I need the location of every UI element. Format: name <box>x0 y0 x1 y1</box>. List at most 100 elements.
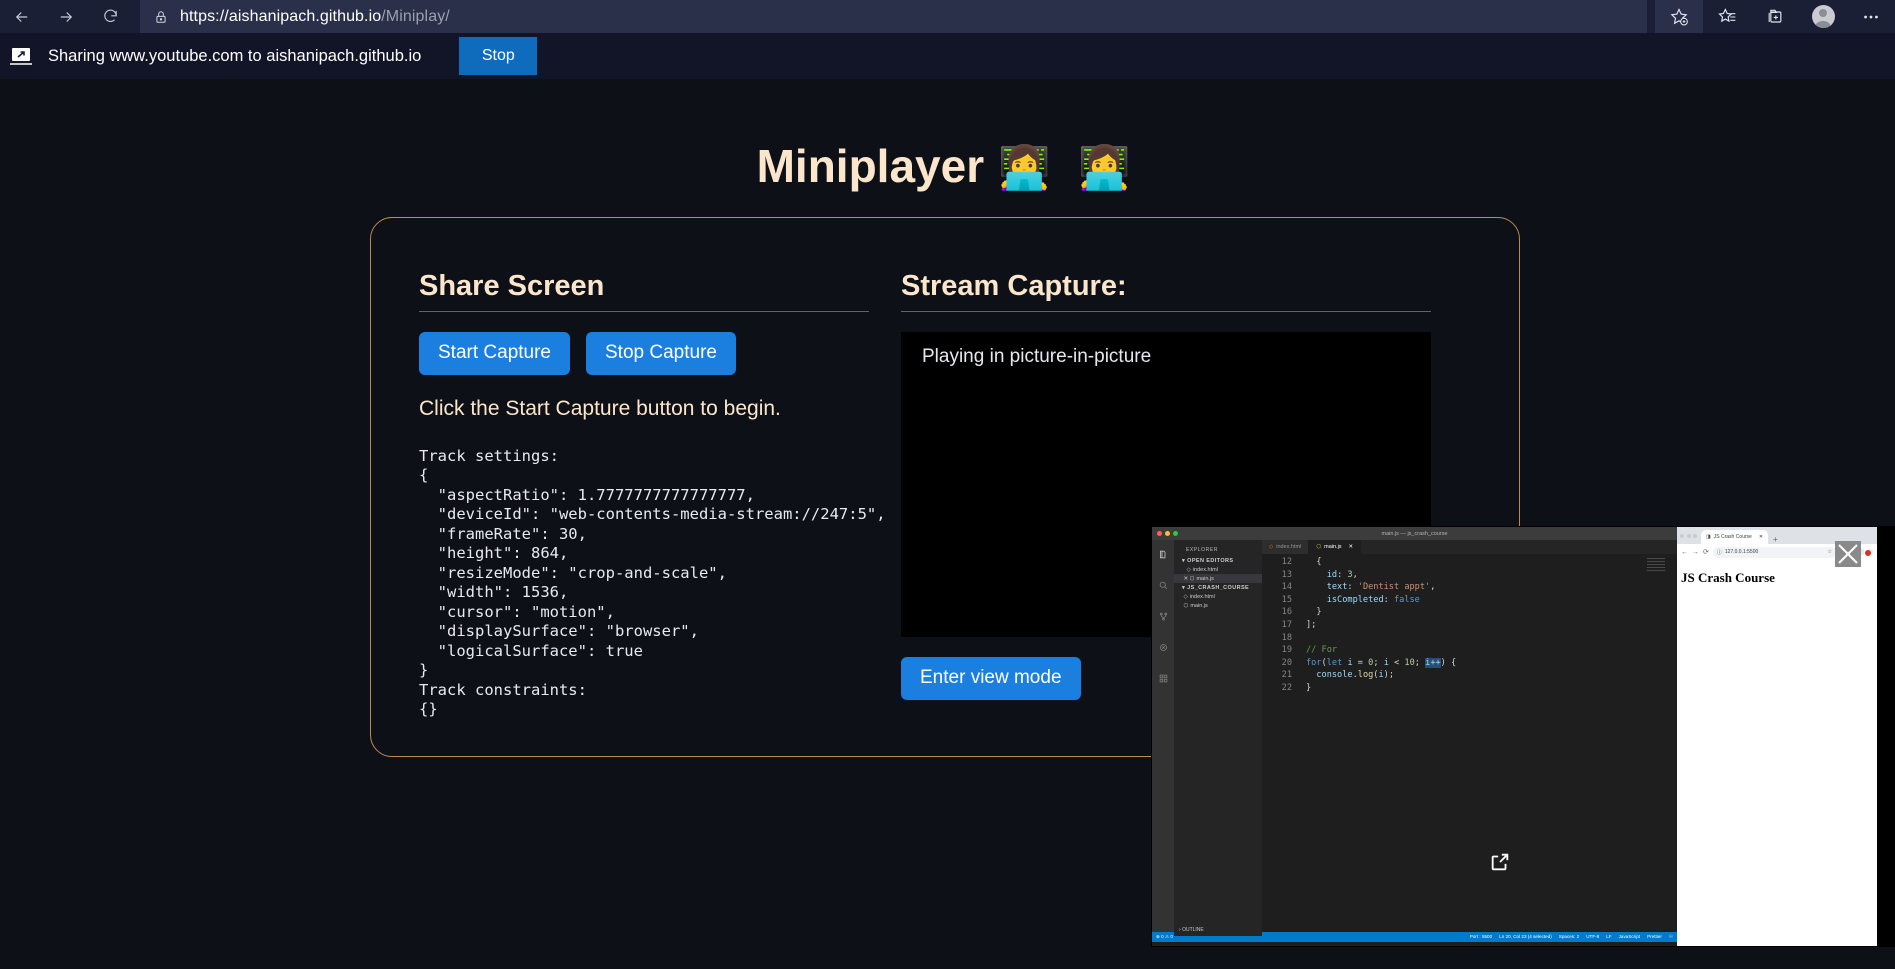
line-number: 12 <box>1281 557 1292 567</box>
chrome-url-text: 127.0.0.1:5500 <box>1724 549 1759 555</box>
chrome-window: ◨ JS Crash Course ✕ + ← → ⟳ ⓘ 127.0.0.1:… <box>1677 527 1877 946</box>
page-title: Miniplayer 👩‍💻 👩‍💻 <box>0 139 1895 193</box>
settings-more-icon[interactable] <box>1847 0 1895 33</box>
chrome-traffic-lights[interactable] <box>1680 527 1697 544</box>
tree-label: index.html <box>1189 593 1215 600</box>
tree-file-main-js[interactable]: ⬡ main.js <box>1174 601 1262 610</box>
line-number: 19 <box>1281 645 1292 656</box>
line-number: 13 <box>1281 569 1292 580</box>
page-title-text: Miniplayer <box>756 140 985 192</box>
forward-arrow-icon[interactable]: → <box>1692 549 1699 556</box>
status-port[interactable]: Port : 5500 <box>1470 934 1492 940</box>
chrome-address-bar[interactable]: ⓘ 127.0.0.1:5500 ☆ <box>1712 546 1836 558</box>
back-arrow-icon[interactable]: ← <box>1681 549 1688 556</box>
info-icon: ⓘ <box>1716 549 1722 556</box>
close-icon[interactable]: ✕ <box>1349 544 1354 550</box>
browser-toolbar: https://aishanipach.github.io/Miniplay/ <box>0 0 1895 33</box>
vscode-activity-bar <box>1152 540 1174 932</box>
status-cursor-position[interactable]: Ln 20, Col 23 (4 selected) <box>1499 934 1552 940</box>
tree-project-header[interactable]: ▾ JS_CRASH_COURSE <box>1174 583 1262 592</box>
line-number: 18 <box>1281 632 1292 643</box>
page-icon: ◨ <box>1706 534 1711 540</box>
url-text: https://aishanipach.github.io/Miniplay/ <box>180 8 450 26</box>
lock-icon <box>154 9 168 25</box>
collections-icon[interactable] <box>1751 0 1799 33</box>
cursor-close-icon <box>1835 541 1861 567</box>
line-number: 14 <box>1281 582 1292 593</box>
vscode-window: main.js — js_crash_course EXPLORER ▾ OPE… <box>1152 527 1677 946</box>
avatar <box>1811 5 1835 28</box>
extensions-icon[interactable] <box>1159 670 1168 688</box>
outline-panel[interactable]: › OUTLINE <box>1174 914 1262 936</box>
add-favorite-icon[interactable] <box>1655 0 1703 33</box>
tab-label: index.html <box>1276 544 1302 550</box>
tree-item-index-html[interactable]: ◇ index.html <box>1174 565 1262 574</box>
reload-icon[interactable] <box>88 0 132 33</box>
address-bar[interactable]: https://aishanipach.github.io/Miniplay/ <box>140 0 1647 33</box>
status-right-group: Port : 5500 Ln 20, Col 23 (4 selected) S… <box>1470 934 1673 940</box>
run-debug-icon[interactable] <box>1159 639 1168 657</box>
code-area[interactable]: 12 { 13 id: 3, 14 text: 'Dentist appt', … <box>1262 554 1677 695</box>
technologist-emoji: 👩‍💻 👩‍💻 <box>998 144 1139 191</box>
tree-label: main.js <box>1190 602 1208 609</box>
chrome-tab[interactable]: ◨ JS Crash Course ✕ <box>1701 530 1769 544</box>
track-settings-log: Track settings: { "aspectRatio": 1.77777… <box>419 446 886 719</box>
status-prettier[interactable]: Prettier <box>1647 934 1662 940</box>
chrome-page-content: JS Crash Course <box>1677 560 1877 656</box>
vscode-window-title: main.js — js_crash_course <box>1381 530 1448 537</box>
vscode-editor: ◇ index.html ⬡ main.js ✕ 12 { 13 id: 3, 14 … <box>1262 540 1677 932</box>
back-arrow-icon[interactable] <box>0 0 44 33</box>
tab-index-html[interactable]: ◇ index.html <box>1262 540 1310 554</box>
tree-file-index-html[interactable]: ◇ index.html <box>1174 592 1262 601</box>
status-eol[interactable]: LF <box>1606 934 1611 940</box>
capture-hint-text: Click the Start Capture button to begin. <box>419 396 781 420</box>
screen-share-icon <box>8 43 34 69</box>
editor-tabs: ◇ index.html ⬡ main.js ✕ <box>1262 540 1677 554</box>
stream-capture-heading: Stream Capture: <box>901 270 1431 312</box>
source-control-icon[interactable] <box>1159 608 1168 626</box>
status-indentation[interactable]: Spaces: 2 <box>1559 934 1579 940</box>
status-language-mode[interactable]: JavaScript <box>1619 934 1640 940</box>
search-icon[interactable] <box>1159 577 1168 595</box>
tree-label: main.js <box>1196 575 1214 582</box>
forward-arrow-icon[interactable] <box>44 0 88 33</box>
bell-icon[interactable]: ☉ <box>1669 934 1673 940</box>
stop-sharing-button[interactable]: Stop <box>459 37 538 75</box>
video-status-text: Playing in picture-in-picture <box>922 346 1152 367</box>
picture-in-picture-window[interactable]: main.js — js_crash_course EXPLORER ▾ OPE… <box>1152 527 1895 946</box>
tab-main-js[interactable]: ⬡ main.js ✕ <box>1309 540 1362 554</box>
tree-open-editors-header[interactable]: ▾ OPEN EDITORS <box>1174 556 1262 565</box>
explorer-title: EXPLORER <box>1186 547 1219 553</box>
status-problems[interactable]: ⊗ 0 ⚠ 0 <box>1156 934 1173 940</box>
exit-picture-in-picture-icon[interactable] <box>1487 849 1513 875</box>
tree-label: JS_CRASH_COURSE <box>1187 584 1250 591</box>
sharing-message: Sharing www.youtube.com to aishanipach.g… <box>48 46 422 65</box>
line-number: 21 <box>1281 670 1292 681</box>
bookmark-star-icon[interactable]: ☆ <box>1828 549 1832 555</box>
profile-avatar[interactable] <box>1799 0 1847 33</box>
favorites-icon[interactable] <box>1703 0 1751 33</box>
share-screen-heading: Share Screen <box>419 270 869 312</box>
tree-item-main-js[interactable]: ✕ ⬡ main.js <box>1174 574 1262 583</box>
start-capture-button[interactable]: Start Capture <box>419 332 570 375</box>
url-host: https://aishanipach.github.io <box>180 7 382 25</box>
browser-toolbar-actions <box>1655 0 1895 33</box>
reload-icon[interactable]: ⟳ <box>1703 548 1709 556</box>
chrome-tab-title: JS Crash Course <box>1713 534 1752 540</box>
new-tab-button[interactable]: + <box>1773 535 1778 544</box>
enter-view-mode-button[interactable]: Enter view mode <box>901 657 1081 700</box>
editor-minimap[interactable] <box>1647 558 1673 573</box>
page-heading: JS Crash Course <box>1681 570 1775 585</box>
recording-indicator <box>1865 550 1871 556</box>
line-number: 20 <box>1281 657 1292 668</box>
stop-capture-button[interactable]: Stop Capture <box>586 332 736 375</box>
line-number: 16 <box>1281 607 1292 618</box>
share-screen-section: Share Screen Start Capture Stop Capture … <box>419 270 886 720</box>
explorer-icon[interactable] <box>1159 546 1168 564</box>
vscode-titlebar: main.js — js_crash_course <box>1152 527 1677 540</box>
close-icon[interactable]: ✕ <box>1759 534 1763 540</box>
line-number: 17 <box>1281 619 1292 630</box>
status-encoding[interactable]: UTF-8 <box>1586 934 1599 940</box>
tab-label: main.js <box>1324 544 1342 550</box>
tree-label: index.html <box>1192 566 1218 573</box>
